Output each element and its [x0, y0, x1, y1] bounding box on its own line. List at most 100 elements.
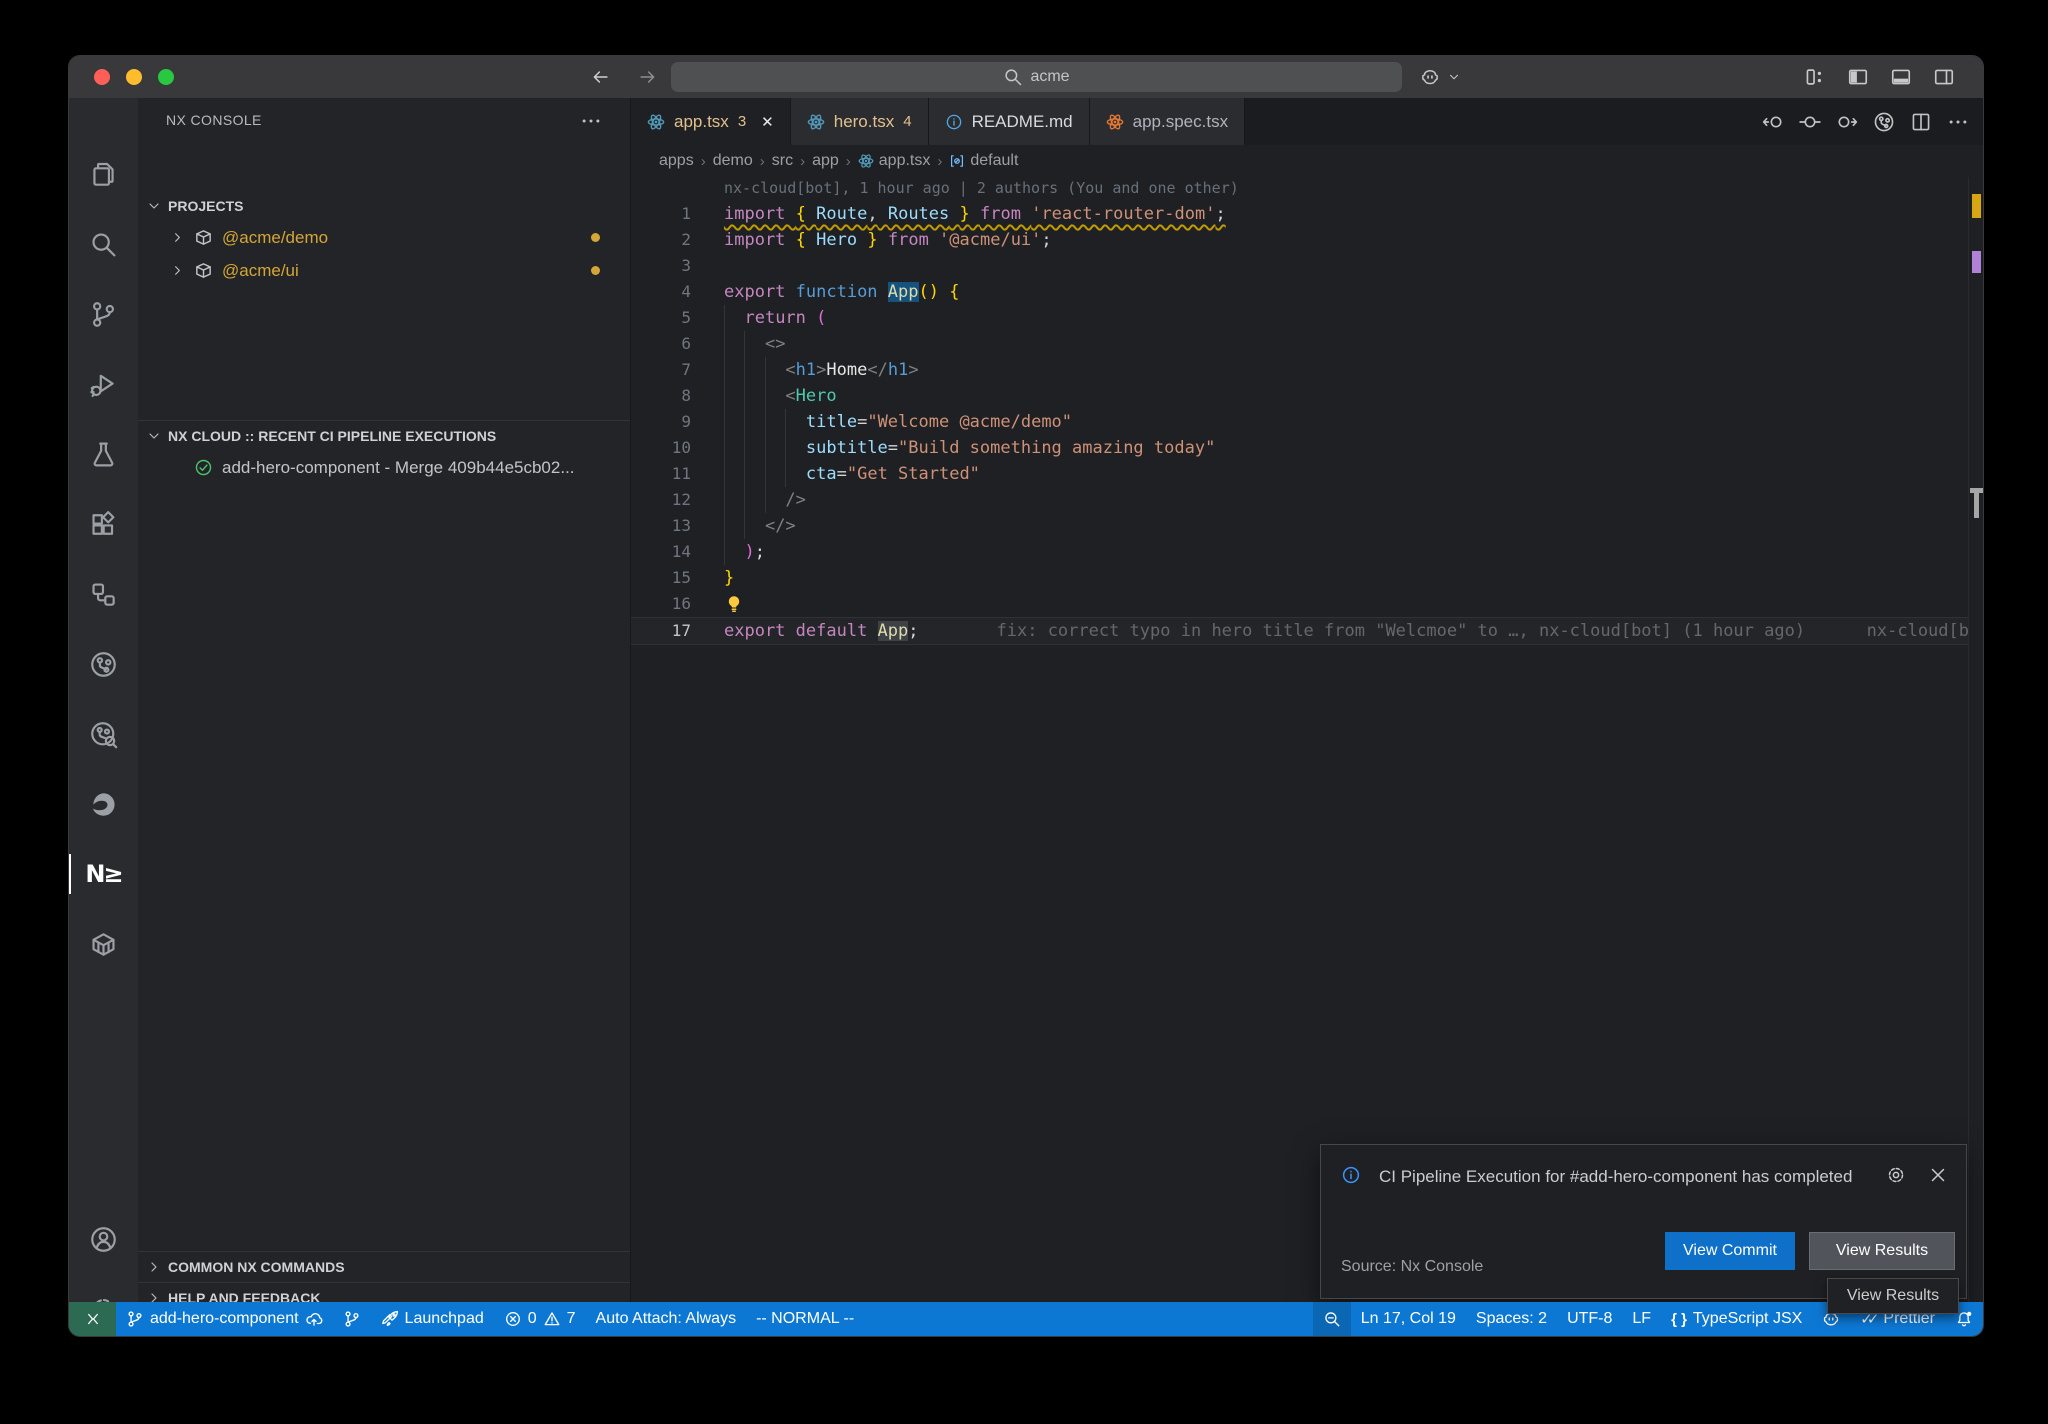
current-change-icon[interactable]: [1799, 111, 1821, 133]
sidebar-section-nx-cloud-recent-ci-pipeline-executions[interactable]: NX CLOUD :: RECENT CI PIPELINE EXECUTION…: [138, 420, 630, 451]
line-number: 13: [631, 513, 691, 539]
activity-item-edge-devtools[interactable]: [69, 772, 138, 836]
toggle-panel-bottom-icon[interactable]: [1888, 64, 1914, 90]
code-editor[interactable]: nx-cloud[bot], 1 hour ago | 2 authors (Y…: [631, 177, 1983, 1302]
close-window-button[interactable]: [94, 69, 110, 85]
code-line-1[interactable]: 1import { Route, Routes } from 'react-ro…: [631, 201, 1969, 227]
line-number: 4: [631, 279, 691, 305]
breadcrumb-item-app[interactable]: app: [812, 152, 839, 170]
line-text: import { Hero } from '@acme/ui';: [724, 227, 1052, 253]
activity-item-nx-console[interactable]: N≥: [69, 842, 138, 906]
toggle-panel-left-icon[interactable]: [1845, 64, 1871, 90]
line-number: 8: [631, 383, 691, 409]
tab-readme-md[interactable]: README.md: [929, 98, 1090, 145]
activity-item-accounts[interactable]: [69, 1207, 138, 1271]
status-language-mode[interactable]: { }TypeScript JSX: [1661, 1302, 1812, 1336]
activity-item-commit-search[interactable]: [69, 702, 138, 766]
breadcrumb-item-app-tsx[interactable]: app.tsx: [858, 152, 931, 170]
code-line-10[interactable]: 10 subtitle="Build something amazing tod…: [631, 435, 1969, 461]
code-line-12[interactable]: 12 />: [631, 487, 1969, 513]
breadcrumb: apps›demo›src›app›app.tsx›default: [631, 145, 1983, 177]
activity-item-source-control[interactable]: [69, 282, 138, 346]
code-line-14[interactable]: 14 );: [631, 539, 1969, 565]
code-line-3[interactable]: 3: [631, 253, 1969, 279]
breadcrumb-item-default[interactable]: default: [949, 152, 1018, 170]
code-line-11[interactable]: 11 cta="Get Started": [631, 461, 1969, 487]
status-indentation[interactable]: Spaces: 2: [1466, 1302, 1557, 1336]
activity-item-project-hierarchy[interactable]: [69, 562, 138, 626]
zoom-window-button[interactable]: [158, 69, 174, 85]
chevron-right-icon: [146, 1259, 162, 1275]
more-icon[interactable]: [1947, 111, 1969, 133]
status-cursor-position[interactable]: Ln 17, Col 19: [1351, 1302, 1466, 1336]
sidebar-section-projects[interactable]: PROJECTS: [138, 190, 630, 221]
status-zoom-indicator[interactable]: [1313, 1302, 1351, 1336]
status-eol[interactable]: LF: [1622, 1302, 1661, 1336]
tab-app-spec-tsx[interactable]: app.spec.tsx: [1090, 98, 1245, 145]
activity-item-search[interactable]: [69, 212, 138, 276]
nx-icon: N≥: [85, 860, 121, 888]
prev-change-icon[interactable]: [1762, 111, 1784, 133]
status-launchpad[interactable]: Launchpad: [371, 1302, 494, 1336]
activity-item-containers[interactable]: [69, 912, 138, 976]
status-vim-mode[interactable]: -- NORMAL --: [746, 1302, 864, 1336]
code-line-9[interactable]: 9 title="Welcome @acme/demo": [631, 409, 1969, 435]
code-line-15[interactable]: 15}: [631, 565, 1969, 591]
code-line-13[interactable]: 13 </>: [631, 513, 1969, 539]
code-line-8[interactable]: 8 <Hero: [631, 383, 1969, 409]
more-actions-icon[interactable]: [580, 110, 602, 132]
code-line-7[interactable]: 7 <h1>Home</h1>: [631, 357, 1969, 383]
status-label: LF: [1632, 1310, 1651, 1328]
sidebar-item--acme-demo[interactable]: @acme/demo: [138, 221, 630, 254]
chevron-right-icon: [170, 230, 185, 245]
overview-ruler[interactable]: [1968, 177, 1983, 1302]
code-line-16[interactable]: 16: [631, 591, 1969, 617]
status-encoding[interactable]: UTF-8: [1557, 1302, 1622, 1336]
activity-item-explorer[interactable]: [69, 142, 138, 206]
tab-app-tsx[interactable]: app.tsx3✕: [631, 98, 791, 145]
status-git-graph-item[interactable]: [333, 1302, 371, 1336]
back-arrow-icon[interactable]: [587, 64, 613, 90]
notification-settings-icon[interactable]: [1886, 1165, 1906, 1185]
next-change-icon[interactable]: [1836, 111, 1858, 133]
activity-item-run-and-debug[interactable]: [69, 352, 138, 416]
sidebar-nx-console: NX CONSOLE PROJECTS@acme/demo@acme/uiNX …: [138, 98, 631, 1302]
breadcrumb-item-src[interactable]: src: [772, 152, 793, 170]
view-commit-button[interactable]: View Commit: [1665, 1232, 1795, 1270]
activity-item-extensions[interactable]: [69, 492, 138, 556]
minimize-window-button[interactable]: [126, 69, 142, 85]
line-number: 12: [631, 487, 691, 513]
code-line-2[interactable]: 2import { Hero } from '@acme/ui';: [631, 227, 1969, 253]
command-center-search[interactable]: acme: [671, 62, 1402, 92]
modified-dot: [591, 266, 600, 275]
warning-triangle-icon: [543, 1310, 561, 1328]
forward-arrow-icon[interactable]: [635, 64, 661, 90]
toggle-panel-right-icon[interactable]: [1931, 64, 1957, 90]
sidebar-item--acme-ui[interactable]: @acme/ui: [138, 254, 630, 287]
breadcrumb-item-demo[interactable]: demo: [713, 152, 753, 170]
split-editor-icon[interactable]: [1910, 111, 1932, 133]
view-results-button[interactable]: View Results: [1809, 1232, 1955, 1270]
status-git-branch-item[interactable]: add-hero-component: [116, 1302, 333, 1336]
status-remote-indicator[interactable]: [69, 1302, 116, 1336]
code-line-4[interactable]: 4export function App() {: [631, 279, 1969, 305]
code-line-6[interactable]: 6 <>: [631, 331, 1969, 357]
org-icon: [89, 580, 118, 609]
status-auto-attach[interactable]: Auto Attach: Always: [586, 1302, 747, 1336]
copilot-menu[interactable]: [1417, 64, 1461, 90]
breadcrumb-item-apps[interactable]: apps: [659, 152, 694, 170]
sidebar-section-common-nx-commands[interactable]: COMMON NX COMMANDS: [138, 1251, 630, 1282]
tab-hero-tsx[interactable]: hero.tsx4: [791, 98, 929, 145]
code-line-17[interactable]: 17nx-cloud[bexport default App;fix: corr…: [631, 617, 1969, 645]
activity-item-testing[interactable]: [69, 422, 138, 486]
line-text: );: [724, 539, 765, 565]
activity-item-git-graph[interactable]: [69, 632, 138, 696]
sidebar-item-add-hero-component-merge-409b44e5cb02-[interactable]: add-hero-component - Merge 409b44e5cb02.…: [138, 451, 630, 484]
status-problems[interactable]: 07: [494, 1302, 586, 1336]
status-label: TypeScript JSX: [1693, 1310, 1802, 1328]
circle-branch-icon[interactable]: [1873, 111, 1895, 133]
tab-close-icon[interactable]: ✕: [761, 113, 774, 131]
customize-layout-icon[interactable]: [1802, 64, 1828, 90]
notification-close-icon[interactable]: [1928, 1165, 1948, 1185]
code-line-5[interactable]: 5 return (: [631, 305, 1969, 331]
